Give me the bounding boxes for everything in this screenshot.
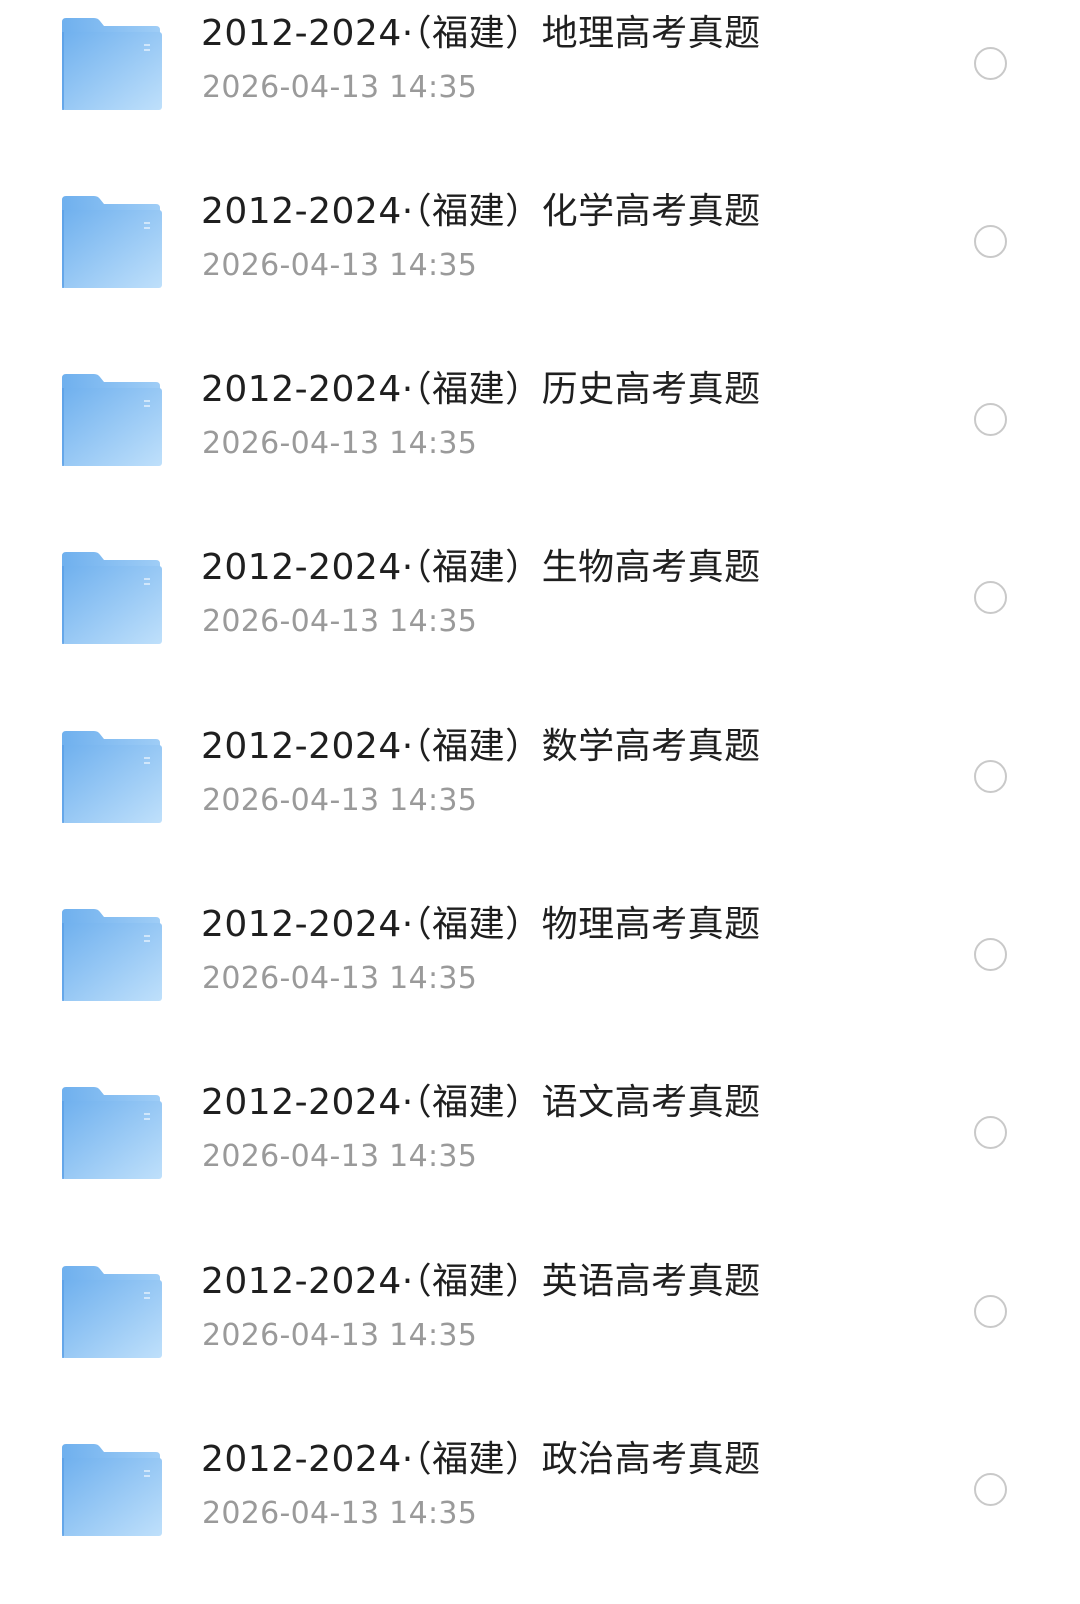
- folder-icon: [60, 372, 164, 468]
- select-radio-icon[interactable]: [974, 225, 1007, 258]
- select-radio-icon[interactable]: [974, 581, 1007, 614]
- file-row[interactable]: 2012-2024·（福建）物理高考真题 2026-04-13 14:35: [0, 891, 1080, 1069]
- select-radio-icon[interactable]: [974, 1473, 1007, 1506]
- file-modified-time: 2026-04-13 14:35: [202, 248, 478, 283]
- file-modified-time: 2026-04-13 14:35: [202, 70, 478, 105]
- folder-icon: [60, 194, 164, 290]
- file-modified-time: 2026-04-13 14:35: [202, 1139, 478, 1174]
- file-name: 2012-2024·（福建）语文高考真题: [201, 1082, 761, 1123]
- select-radio-icon[interactable]: [974, 760, 1007, 793]
- file-row[interactable]: 2012-2024·（福建）语文高考真题 2026-04-13 14:35: [0, 1069, 1080, 1247]
- folder-icon: [60, 16, 164, 112]
- file-modified-time: 2026-04-13 14:35: [202, 426, 478, 461]
- file-name: 2012-2024·（福建）英语高考真题: [201, 1261, 761, 1302]
- folder-icon: [60, 550, 164, 646]
- file-name: 2012-2024·（福建）物理高考真题: [201, 904, 761, 945]
- file-row[interactable]: 2012-2024·（福建）历史高考真题 2026-04-13 14:35: [0, 356, 1080, 534]
- file-modified-time: 2026-04-13 14:35: [202, 604, 478, 639]
- select-radio-icon[interactable]: [974, 938, 1007, 971]
- file-name: 2012-2024·（福建）生物高考真题: [201, 547, 761, 588]
- select-radio-icon[interactable]: [974, 403, 1007, 436]
- file-name: 2012-2024·（福建）化学高考真题: [201, 191, 761, 232]
- folder-icon: [60, 907, 164, 1003]
- file-modified-time: 2026-04-13 14:35: [202, 1496, 478, 1531]
- folder-icon: [60, 1442, 164, 1538]
- file-name: 2012-2024·（福建）历史高考真题: [201, 369, 761, 410]
- folder-icon: [60, 729, 164, 825]
- file-row[interactable]: 2012-2024·（福建）英语高考真题 2026-04-13 14:35: [0, 1248, 1080, 1426]
- select-radio-icon[interactable]: [974, 47, 1007, 80]
- file-row[interactable]: 2012-2024·（福建）化学高考真题 2026-04-13 14:35: [0, 178, 1080, 356]
- file-row[interactable]: 2012-2024·（福建）地理高考真题 2026-04-13 14:35: [0, 0, 1080, 178]
- file-name: 2012-2024·（福建）数学高考真题: [201, 726, 761, 767]
- select-radio-icon[interactable]: [974, 1295, 1007, 1328]
- file-name: 2012-2024·（福建）地理高考真题: [201, 13, 761, 54]
- file-row[interactable]: 2012-2024·（福建）生物高考真题 2026-04-13 14:35: [0, 534, 1080, 712]
- folder-icon: [60, 1085, 164, 1181]
- file-list: 2012-2024·（福建）地理高考真题 2026-04-13 14:35 20…: [0, 0, 1080, 1538]
- folder-icon: [60, 1264, 164, 1360]
- file-row[interactable]: 2012-2024·（福建）政治高考真题 2026-04-13 14:35: [0, 1426, 1080, 1604]
- file-modified-time: 2026-04-13 14:35: [202, 961, 478, 996]
- file-modified-time: 2026-04-13 14:35: [202, 783, 478, 818]
- file-modified-time: 2026-04-13 14:35: [202, 1318, 478, 1353]
- file-row[interactable]: 2012-2024·（福建）数学高考真题 2026-04-13 14:35: [0, 713, 1080, 891]
- file-name: 2012-2024·（福建）政治高考真题: [201, 1439, 761, 1480]
- select-radio-icon[interactable]: [974, 1116, 1007, 1149]
